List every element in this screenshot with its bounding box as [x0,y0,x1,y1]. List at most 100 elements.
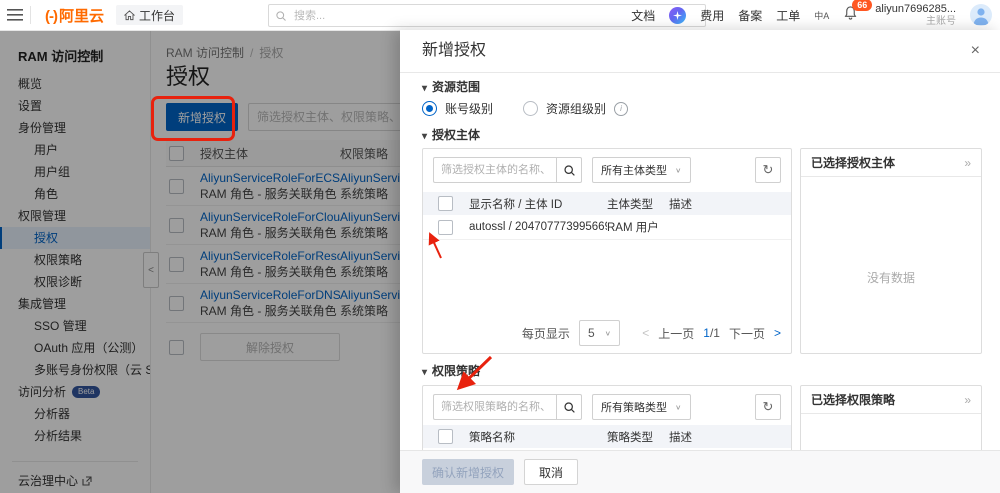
aliyun-console: (-) 阿里云 工作台 文档 费用 [0,0,1000,493]
section-policy[interactable]: ▾ 权限策略 [422,362,480,379]
policy-refresh-button[interactable]: ↻ [755,394,781,420]
home-icon [124,10,135,21]
billing-link[interactable]: 费用 [700,7,724,24]
language-switch-icon[interactable]: 中A [814,9,829,22]
subject-refresh-button[interactable]: ↻ [755,157,781,183]
subject-type: RAM 用户 [607,219,669,235]
radio-resource-group-label: 资源组级别 [546,100,606,117]
policy-type-value: 所有策略类型 [601,399,667,415]
caret-down-icon: ▾ [422,367,427,378]
per-page-label: 每页显示 [522,325,570,342]
policy-search-button[interactable] [556,394,582,420]
workbench-button[interactable]: 工作台 [116,5,183,25]
notification-badge: 66 [852,0,872,11]
empty-state-text: 没有数据 [801,269,981,286]
close-icon[interactable]: × [971,41,980,61]
col-description: 描述 [669,196,791,212]
subject-filter-input[interactable] [433,157,556,183]
refresh-icon: ↻ [763,162,774,178]
policy-toolbar: 所有策略类型 ∨ ↻ [433,394,781,420]
section-policy-title: 权限策略 [432,364,480,378]
cancel-button[interactable]: 取消 [524,459,578,485]
subject-type-value: 所有主体类型 [601,162,667,178]
hamburger-menu-icon[interactable] [0,0,30,30]
aliyun-logo-mark: (-) [45,8,57,25]
section-subject[interactable]: ▾ 授权主体 [422,126,480,143]
page-prev-icon[interactable]: < [642,326,649,340]
selected-policies-header: 已选择权限策略 » [801,386,981,414]
total-pages: 1 [713,326,720,340]
subject-row: autossl / 204707773995669789 RAM 用户 [423,215,791,240]
per-page-select[interactable]: 5 ∨ [579,320,620,346]
account-name: aliyun7696285... [875,3,956,15]
page-indicator: 1/1 [703,326,720,340]
notification-bell-icon[interactable]: 66 [843,5,861,25]
radio-account-level[interactable] [422,101,437,116]
subject-toolbar: 所有主体类型 ∨ ↻ [433,157,781,183]
account-menu[interactable]: aliyun7696285... 主账号 [875,3,956,28]
policy-filter-input[interactable] [433,394,556,420]
policy-table-header: 策略名称 策略类型 描述 [423,425,791,448]
workbench-label: 工作台 [139,7,175,24]
prev-page-button[interactable]: 上一页 [658,325,694,342]
selected-policies-title: 已选择权限策略 [811,391,895,408]
aliyun-logo-text: 阿里云 [59,5,104,26]
next-page-button[interactable]: 下一页 [729,325,765,342]
policy-type-select[interactable]: 所有策略类型 ∨ [592,394,691,420]
selected-subjects-title: 已选择授权主体 [811,154,895,171]
search-icon [275,10,287,22]
chevron-down-icon: ∨ [605,329,612,338]
col-description: 描述 [669,429,791,445]
topbar-right: 文档 费用 备案 工单 中A 66 aliyun7696285... 主账号 [631,0,992,30]
selected-subjects-header: 已选择授权主体 » [801,149,981,177]
search-icon [563,164,576,177]
subject-table-header: 显示名称 / 主体 ID 主体类型 描述 [423,192,791,215]
refresh-icon: ↻ [763,399,774,415]
docs-link[interactable]: 文档 [631,7,655,24]
drawer-header: 新增授权 × [400,30,1000,73]
policy-select-all-checkbox[interactable] [438,429,453,444]
person-icon [970,4,992,26]
hamburger-glyph [7,9,23,21]
caret-down-icon: ▾ [422,131,427,142]
search-icon [563,401,576,414]
chevron-down-icon: ∨ [675,403,682,412]
ai-assistant-icon[interactable] [669,7,686,24]
col-policy-name: 策略名称 [469,429,607,445]
radio-resource-group-level[interactable] [523,101,538,116]
sparkle-icon [673,11,682,20]
subject-picker-card: 所有主体类型 ∨ ↻ 显示名称 / 主体 ID 主体类型 描述 autossl … [422,148,792,354]
topbar-divider [30,6,31,24]
info-icon[interactable]: i [614,102,628,116]
subject-name: autossl / 204707773995669789 [469,221,607,233]
selected-subjects-panel: 已选择授权主体 » 没有数据 [800,148,982,354]
subject-row-checkbox[interactable] [438,220,453,235]
ticket-link[interactable]: 工单 [776,7,800,24]
col-subject-type: 主体类型 [607,196,669,212]
subject-select-all-checkbox[interactable] [438,196,453,211]
topbar: (-) 阿里云 工作台 文档 费用 [0,0,1000,31]
confirm-add-grant-button[interactable]: 确认新增授权 [422,459,514,485]
current-page: 1 [703,326,710,340]
beian-link[interactable]: 备案 [738,7,762,24]
drawer-footer: 确认新增授权 取消 [400,450,1000,493]
subject-pagination: 每页显示 5 ∨ < 上一页 1/1 下一页 > [522,320,781,346]
radio-account-label: 账号级别 [445,100,493,117]
drawer-title: 新增授权 [422,30,486,72]
expand-panel-icon[interactable]: » [964,393,971,407]
col-display-name: 显示名称 / 主体 ID [469,196,607,212]
section-subject-title: 授权主体 [432,128,480,142]
add-grant-drawer: 新增授权 × ▾资源范围 账号级别 资源组级别 i ▾ 授权主体 [400,30,1000,493]
per-page-value: 5 [588,326,595,340]
page-next-icon[interactable]: > [774,326,781,340]
avatar[interactable] [970,4,992,26]
expand-panel-icon[interactable]: » [964,156,971,170]
subject-search-button[interactable] [556,157,582,183]
subject-type-select[interactable]: 所有主体类型 ∨ [592,157,691,183]
chevron-down-icon: ∨ [675,166,682,175]
col-policy-type: 策略类型 [607,429,669,445]
account-type: 主账号 [926,16,956,28]
topbar-left: (-) 阿里云 工作台 [0,0,183,30]
section-scope[interactable]: ▾资源范围 [422,78,480,95]
aliyun-logo[interactable]: (-) 阿里云 [45,5,104,26]
